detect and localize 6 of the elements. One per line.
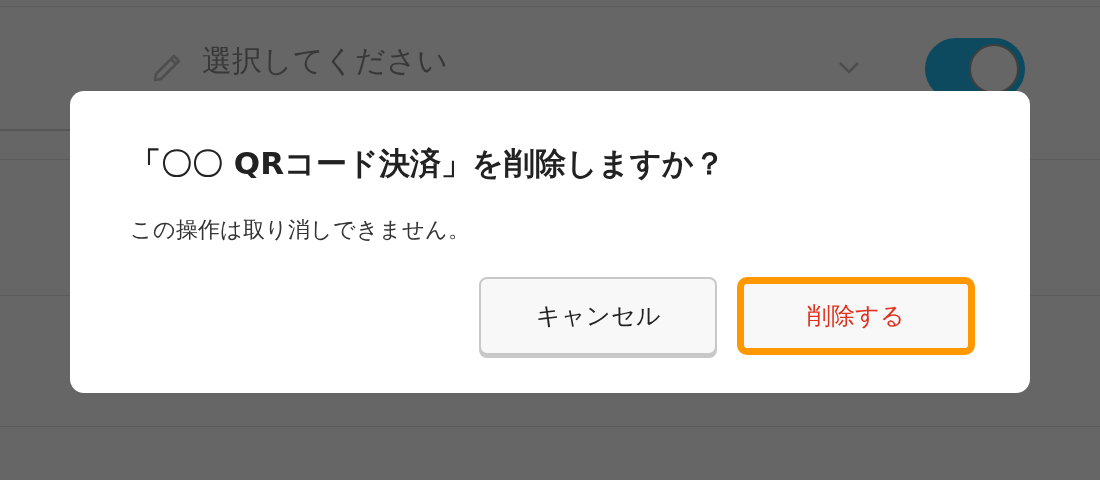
cancel-button[interactable]: キャンセル <box>479 277 717 355</box>
pencil-icon <box>152 53 182 83</box>
dialog-message: この操作は取り消しできません。 <box>130 216 471 244</box>
dialog-title: 「〇〇 QRコード決済」を削除しますか？ <box>130 144 727 183</box>
delete-button[interactable]: 削除する <box>737 277 975 355</box>
chevron-down-icon <box>838 61 860 75</box>
